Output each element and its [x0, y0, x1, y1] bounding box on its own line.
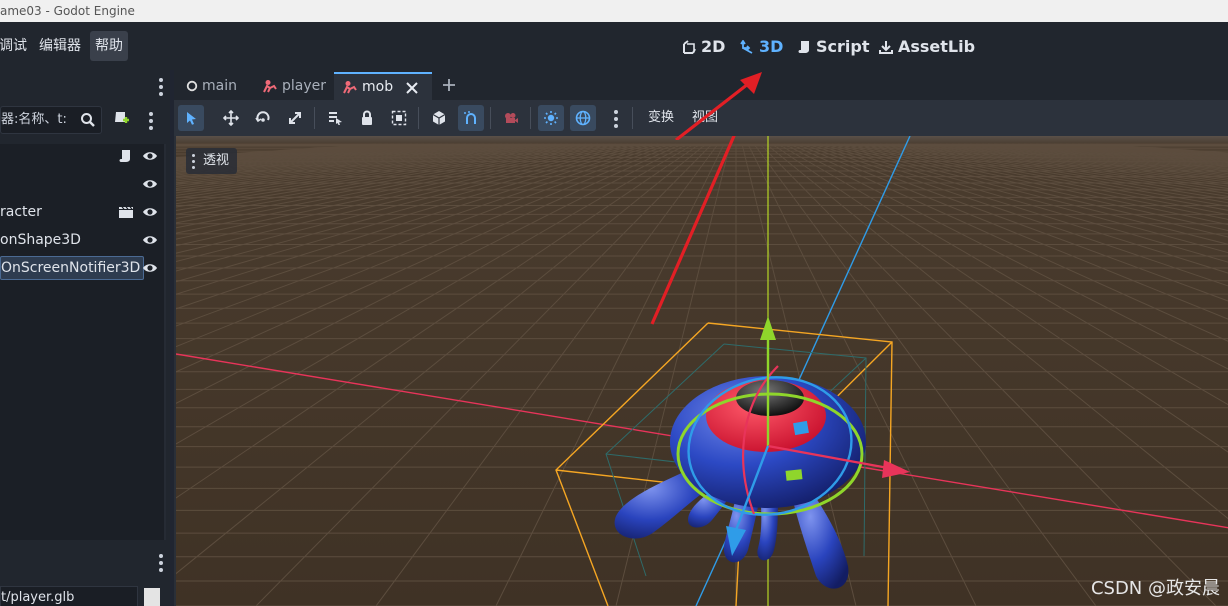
camera-preview-button[interactable] [498, 105, 524, 131]
filesystem-dock: t/player.glb [0, 548, 170, 606]
workspace-assetlib-label: AssetLib [898, 37, 976, 56]
character-body-icon [263, 80, 277, 93]
search-icon[interactable] [80, 112, 96, 128]
scale-tool-button[interactable] [282, 105, 308, 131]
tree-item[interactable]: racter [0, 200, 166, 224]
tab-player[interactable]: player [254, 72, 334, 100]
scene-tab-bar: main player mob [174, 70, 1228, 100]
workspace-script-button[interactable]: Script [797, 34, 869, 60]
node-circle-icon [186, 80, 198, 92]
tree-item[interactable] [0, 144, 166, 168]
scale-icon [289, 112, 301, 124]
snap-button[interactable] [458, 105, 484, 131]
add-tab-icon[interactable] [442, 78, 456, 92]
kebab-icon [192, 153, 196, 169]
menu-bar: 调试 编辑器 帮助 2D 3D Script AssetLib [0, 22, 1228, 70]
environment-options-icon[interactable] [614, 110, 618, 128]
cursor-arrow-icon [187, 112, 196, 125]
tab-main[interactable]: main [178, 72, 245, 100]
menu-help[interactable]: 帮助 [90, 31, 128, 61]
workspace-3d-button[interactable]: 3D [740, 34, 783, 60]
sun-icon [544, 111, 558, 125]
preview-environment-button[interactable] [570, 105, 596, 131]
visibility-eye-icon[interactable] [142, 233, 158, 247]
scene-dock: 器:名称、t: racter onShape3D OnScreenNotifie… [0, 70, 170, 606]
filesystem-path-input[interactable]: t/player.glb [0, 586, 138, 606]
menu-editor[interactable]: 编辑器 [34, 31, 86, 61]
window-title-bar: ame03 - Godot Engine [0, 0, 1228, 22]
lock-button[interactable] [354, 105, 380, 131]
scene-tree: racter onShape3D OnScreenNotifier3D [0, 144, 166, 540]
viewport-scene[interactable] [176, 136, 1228, 606]
camera-icon [505, 113, 518, 123]
group-icon [391, 110, 407, 126]
visibility-eye-icon[interactable] [142, 205, 158, 219]
visibility-eye-icon[interactable] [142, 261, 158, 275]
select-tool-button[interactable] [178, 105, 204, 131]
globe-icon [575, 110, 591, 126]
rotate-tool-button[interactable] [250, 105, 276, 131]
preview-sun-button[interactable] [538, 105, 564, 131]
rotate-icon [255, 111, 270, 123]
add-script-icon[interactable] [112, 110, 130, 128]
group-button[interactable] [386, 105, 412, 131]
workspace-script-label: Script [816, 37, 870, 56]
3d-viewport[interactable]: 透视 CSDN @政安晨 [174, 136, 1228, 606]
script-icon [798, 41, 809, 53]
perspective-label: 透视 [203, 153, 230, 168]
workspace-3d-label: 3D [759, 37, 784, 56]
tree-item[interactable] [0, 172, 166, 196]
character-body-icon [343, 81, 357, 94]
window-title: ame03 - Godot Engine [0, 4, 135, 18]
list-select-button[interactable] [322, 105, 348, 131]
move-tool-button[interactable] [218, 105, 244, 131]
mob-pupil [736, 380, 804, 416]
3d-icon [740, 40, 753, 54]
file-thumbnail[interactable] [144, 588, 160, 606]
plane-handle-xy[interactable] [793, 420, 809, 436]
2d-icon [683, 40, 696, 54]
visibility-eye-icon[interactable] [142, 149, 158, 163]
tree-item-selected[interactable]: OnScreenNotifier3D [0, 256, 166, 280]
workspace-2d-label: 2D [701, 37, 726, 56]
view-menu[interactable]: 视图 [692, 105, 718, 131]
plane-handle-xz[interactable] [785, 469, 803, 481]
filesystem-menu-icon[interactable] [159, 554, 163, 572]
viewport-toolbar: 变换 视图 [174, 100, 1228, 136]
script-icon[interactable] [118, 149, 132, 163]
scene-options-icon[interactable] [149, 112, 153, 130]
watermark-text: CSDN @政安晨 [1090, 578, 1220, 599]
clapperboard-icon[interactable] [118, 205, 134, 219]
tree-item[interactable]: onShape3D [0, 228, 166, 252]
lock-icon [362, 110, 372, 125]
move-arrows-icon [223, 110, 239, 126]
workspace-assetlib-button[interactable]: AssetLib [879, 34, 975, 60]
perspective-menu-button[interactable]: 透视 [186, 148, 238, 174]
download-icon [879, 41, 893, 54]
local-space-button[interactable] [426, 105, 452, 131]
close-icon[interactable] [406, 82, 418, 94]
cube-icon [432, 111, 446, 125]
visibility-eye-icon[interactable] [142, 177, 158, 191]
tab-mob[interactable]: mob [334, 72, 432, 100]
snap-magnet-icon [464, 111, 476, 124]
scene-dock-menu-icon[interactable] [159, 78, 163, 96]
workspace-2d-button[interactable]: 2D [682, 34, 725, 60]
list-select-icon [329, 112, 342, 125]
transform-menu[interactable]: 变换 [648, 105, 674, 131]
menu-debug[interactable]: 调试 [0, 31, 32, 61]
